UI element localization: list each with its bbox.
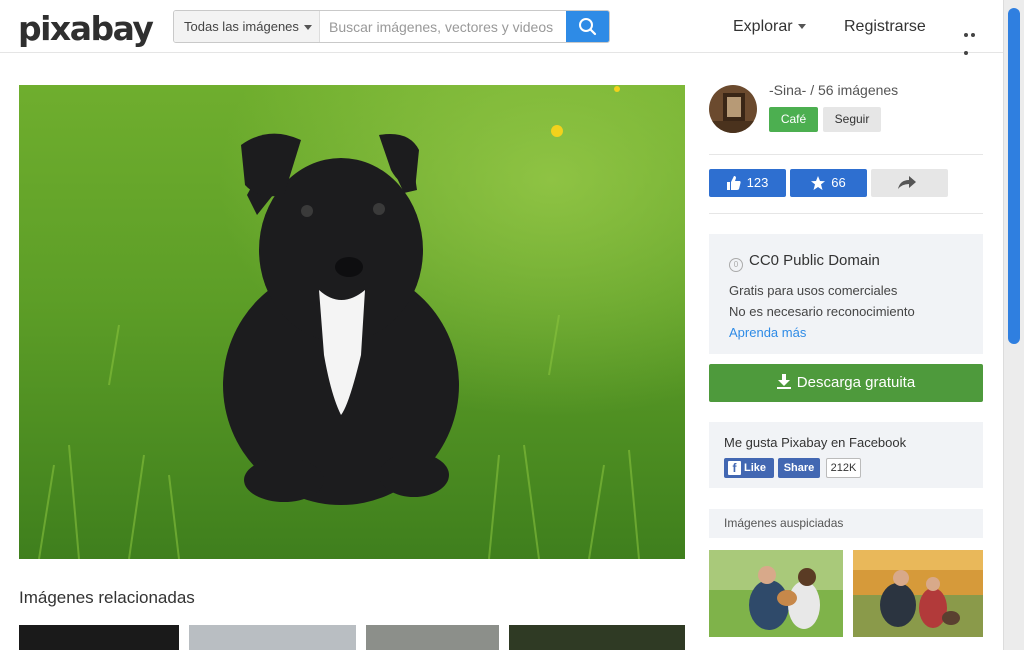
main-photo[interactable] (19, 85, 685, 559)
follow-button[interactable]: Seguir (823, 107, 881, 132)
more-options-icon[interactable] (964, 24, 984, 55)
facebook-title: Me gusta Pixabay en Facebook (724, 435, 907, 450)
cc-zero-icon: 0 (729, 258, 743, 272)
related-images-title: Imágenes relacionadas (19, 588, 195, 607)
media-type-label: Todas las imágenes (184, 19, 299, 34)
coffee-button[interactable]: Café (769, 107, 818, 132)
facebook-like-count: 212K (826, 458, 861, 478)
thumbs-up-icon (726, 176, 741, 190)
author-name[interactable]: -Sina- / 56 imágenes (769, 82, 898, 98)
license-commercial-use: Gratis para usos comerciales (729, 283, 898, 298)
related-image-thumb[interactable] (19, 625, 179, 650)
sponsored-images-title: Imágenes auspiciadas (709, 509, 983, 538)
media-type-dropdown[interactable]: Todas las imágenes (174, 11, 320, 42)
related-image-thumb[interactable] (509, 625, 685, 650)
puppy-photo-image (19, 85, 685, 559)
facebook-icon: f (728, 461, 741, 475)
free-download-button[interactable]: Descarga gratuita (709, 364, 983, 402)
author-avatar[interactable] (709, 85, 757, 133)
favorite-count: 66 (831, 175, 846, 190)
explore-menu[interactable]: Explorar (733, 0, 806, 53)
scrollbar-thumb[interactable] (1008, 8, 1020, 344)
chevron-down-icon (303, 25, 312, 31)
divider (709, 213, 983, 214)
related-image-thumb[interactable] (366, 625, 499, 650)
license-attribution: No es necesario reconocimiento (729, 304, 915, 319)
vertical-scrollbar[interactable] (1003, 0, 1024, 650)
like-count: 123 (746, 175, 769, 190)
explore-label: Explorar (733, 18, 793, 35)
sponsored-image[interactable] (709, 550, 843, 637)
license-box: 0 CC0 Public Domain Gratis para usos come… (709, 234, 983, 354)
learn-more-link[interactable]: Aprenda más (729, 322, 963, 343)
divider (709, 154, 983, 155)
page: pixabay Todas las imágenes Explorar Regi… (0, 0, 1024, 650)
register-link[interactable]: Registrarse (844, 0, 926, 53)
sponsored-image[interactable] (853, 550, 983, 637)
like-button[interactable]: 123 (709, 169, 786, 197)
favorite-button[interactable]: 66 (790, 169, 867, 197)
share-button[interactable] (871, 169, 948, 197)
pixabay-logo[interactable]: pixabay (18, 9, 154, 48)
star-icon (811, 176, 826, 190)
chevron-down-icon (797, 24, 806, 30)
facebook-box: Me gusta Pixabay en Facebook f Like Share… (709, 422, 983, 488)
search-input[interactable] (321, 11, 567, 42)
license-title: 0 CC0 Public Domain (729, 252, 963, 272)
share-arrow-icon (897, 176, 916, 189)
related-image-thumb[interactable] (189, 625, 356, 650)
facebook-share-button[interactable]: Share (778, 458, 820, 478)
download-label: Descarga gratuita (796, 374, 916, 391)
download-icon (776, 374, 791, 389)
facebook-like-button[interactable]: f Like (724, 458, 774, 478)
search-icon (579, 18, 597, 36)
top-header: pixabay Todas las imágenes Explorar Regi… (0, 0, 1003, 55)
search-bar: Todas las imágenes (173, 10, 610, 43)
search-button[interactable] (566, 11, 609, 42)
